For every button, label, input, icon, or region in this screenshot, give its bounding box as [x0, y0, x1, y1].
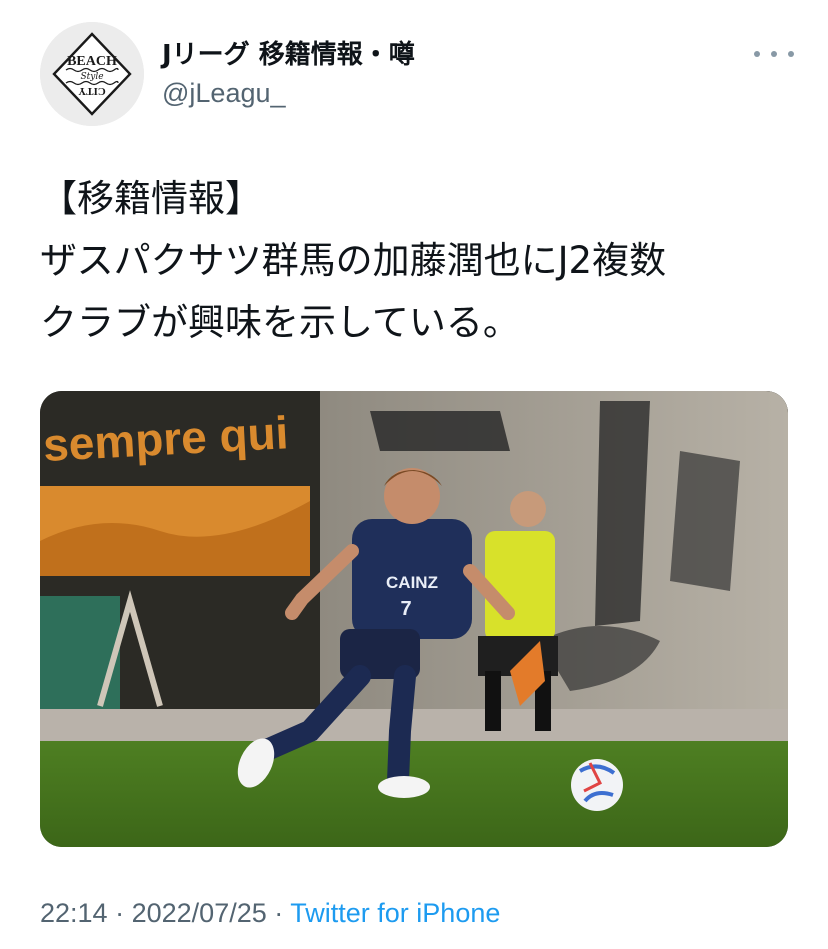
- avatar[interactable]: BEACH Style CITY: [40, 22, 144, 126]
- tweet-source-link[interactable]: Twitter for iPhone: [290, 898, 500, 928]
- jersey-sponsor: CAINZ: [386, 573, 438, 592]
- soccer-player-photo: sempre qui CAINZ 7: [40, 391, 788, 847]
- avatar-text-middle: Style: [80, 72, 103, 82]
- display-name[interactable]: Jリーグ 移籍情報・噂: [162, 38, 415, 72]
- jersey-number: 7: [400, 598, 411, 620]
- avatar-text-top: BEACH: [67, 54, 117, 69]
- dot: [771, 51, 777, 57]
- tweet-text-line: クラブが興味を示している。: [40, 301, 520, 344]
- tweet-text: 【移籍情報】 ザスパクサツ群馬の加藤潤也にJ2複数 クラブが興味を示している。: [40, 168, 790, 354]
- avatar-text-bottom: CITY: [78, 85, 106, 97]
- author-names: Jリーグ 移籍情報・噂 @jLeagu_: [162, 38, 415, 110]
- dot: [788, 51, 794, 57]
- meta-separator: ·: [274, 898, 284, 928]
- beach-style-city-logo-icon: BEACH Style CITY: [40, 22, 144, 126]
- more-options-icon[interactable]: [754, 42, 794, 66]
- meta-separator: ·: [115, 898, 125, 928]
- tweet-text-line: ザスパクサツ群馬の加藤潤也にJ2複数: [40, 239, 667, 282]
- soccer-ball-icon: [571, 759, 623, 811]
- tweet-meta: 22:14 · 2022/07/25 · Twitter for iPhone: [40, 893, 500, 933]
- dot: [754, 51, 760, 57]
- tweet-header: BEACH Style CITY Jリーグ 移籍情報・噂 @jLeagu_: [40, 22, 800, 126]
- tweet-time[interactable]: 22:14: [40, 898, 108, 928]
- tweet-date[interactable]: 2022/07/25: [132, 898, 267, 928]
- user-handle[interactable]: @jLeagu_: [162, 76, 415, 110]
- tweet-text-line: 【移籍情報】: [40, 177, 262, 220]
- tweet-photo[interactable]: sempre qui CAINZ 7: [40, 391, 788, 847]
